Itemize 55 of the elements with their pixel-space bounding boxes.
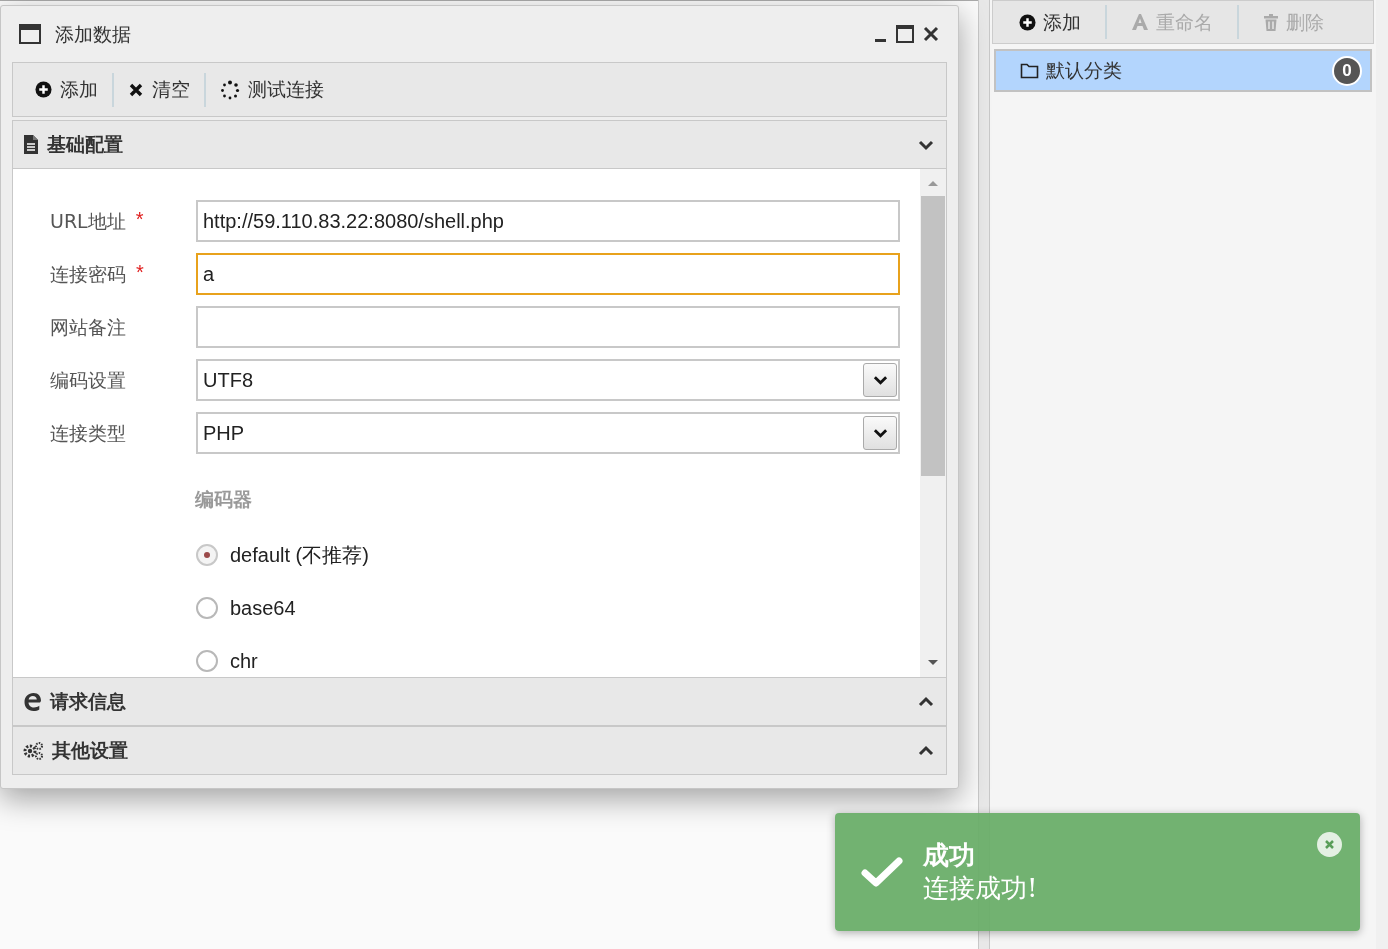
scrollbar[interactable] (920, 169, 946, 677)
field-label: 连接类型 (50, 420, 126, 446)
required-asterisk: * (136, 260, 144, 285)
spinner-icon (220, 79, 240, 100)
section-header[interactable]: 请求信息 (12, 677, 947, 726)
window-title: 添加数据 (55, 21, 131, 47)
clear-button[interactable]: 清空 (126, 72, 192, 107)
check-icon (861, 856, 903, 888)
count-badge: 0 (1332, 55, 1362, 86)
scroll-up-arrow-icon (927, 179, 939, 188)
close-button[interactable] (922, 25, 940, 43)
toast-message: 连接成功! (923, 872, 1038, 905)
radio-option[interactable]: default (不推荐) (196, 542, 900, 567)
maximize-button[interactable] (896, 25, 914, 43)
chevron-down-icon (872, 427, 888, 439)
folder-icon (1020, 62, 1039, 79)
close-icon (1324, 839, 1335, 850)
field-label: 连接密码 (50, 261, 126, 287)
scroll-down-arrow-icon (927, 658, 939, 667)
section-title: 请求信息 (50, 689, 126, 715)
window-icon (19, 24, 41, 44)
input-field[interactable] (196, 306, 900, 348)
chevron-down-icon (918, 138, 934, 151)
dropdown[interactable]: UTF8 (196, 359, 900, 401)
x-icon (128, 81, 144, 98)
letter-a-icon (1131, 13, 1149, 31)
plus-circle-icon (35, 81, 52, 98)
radio-option[interactable]: chr (196, 648, 900, 673)
add-button[interactable]: 添加 (33, 72, 100, 107)
plus-circle-icon (1019, 13, 1036, 31)
section-header[interactable]: 基础配置 (12, 120, 947, 169)
toast-title: 成功 (923, 839, 976, 872)
add-button[interactable]: 添加 (1007, 5, 1093, 39)
chevron-down-icon (872, 374, 888, 386)
encoder-label: 编码器 (195, 487, 253, 512)
chevron-up-icon (918, 695, 934, 708)
section-header[interactable]: 其他设置 (12, 726, 947, 775)
gears-icon (23, 740, 44, 761)
input-field[interactable]: http://59.110.83.22:8080/shell.php (196, 200, 900, 242)
chevron-up-icon (918, 744, 934, 757)
input-field[interactable]: a (196, 253, 900, 295)
field-label: 网站备注 (50, 314, 126, 340)
document-icon (23, 135, 39, 154)
dropdown[interactable]: PHP (196, 412, 900, 454)
test-button[interactable]: 测试连接 (218, 72, 326, 107)
category-label: 默认分类 (1046, 58, 1122, 84)
trash-icon (1263, 13, 1279, 31)
radio-option[interactable]: base64 (196, 595, 900, 620)
field-label: 编码设置 (50, 367, 126, 393)
category-item[interactable]: 默认分类 0 (994, 49, 1372, 92)
field-label: URL地址 (50, 208, 126, 234)
letter-e-icon (23, 691, 42, 712)
required-asterisk: * (135, 207, 144, 232)
section-title: 其他设置 (52, 738, 128, 764)
section-title: 基础配置 (47, 132, 123, 158)
